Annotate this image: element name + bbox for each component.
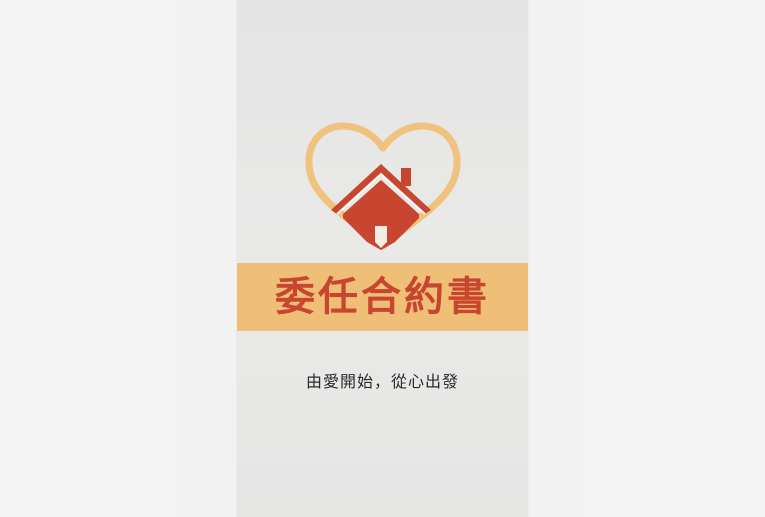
photo-background: 委任合約書 由愛開始，從心出發: [0, 0, 765, 517]
document-title: 委任合約書: [275, 273, 490, 320]
heart-house-logo: [305, 122, 461, 250]
house-icon: [331, 164, 431, 250]
title-band: 委任合約書: [237, 263, 528, 331]
contract-cover: 委任合約書 由愛開始，從心出發: [237, 0, 528, 517]
slogan-text: 由愛開始，從心出發: [305, 372, 459, 391]
